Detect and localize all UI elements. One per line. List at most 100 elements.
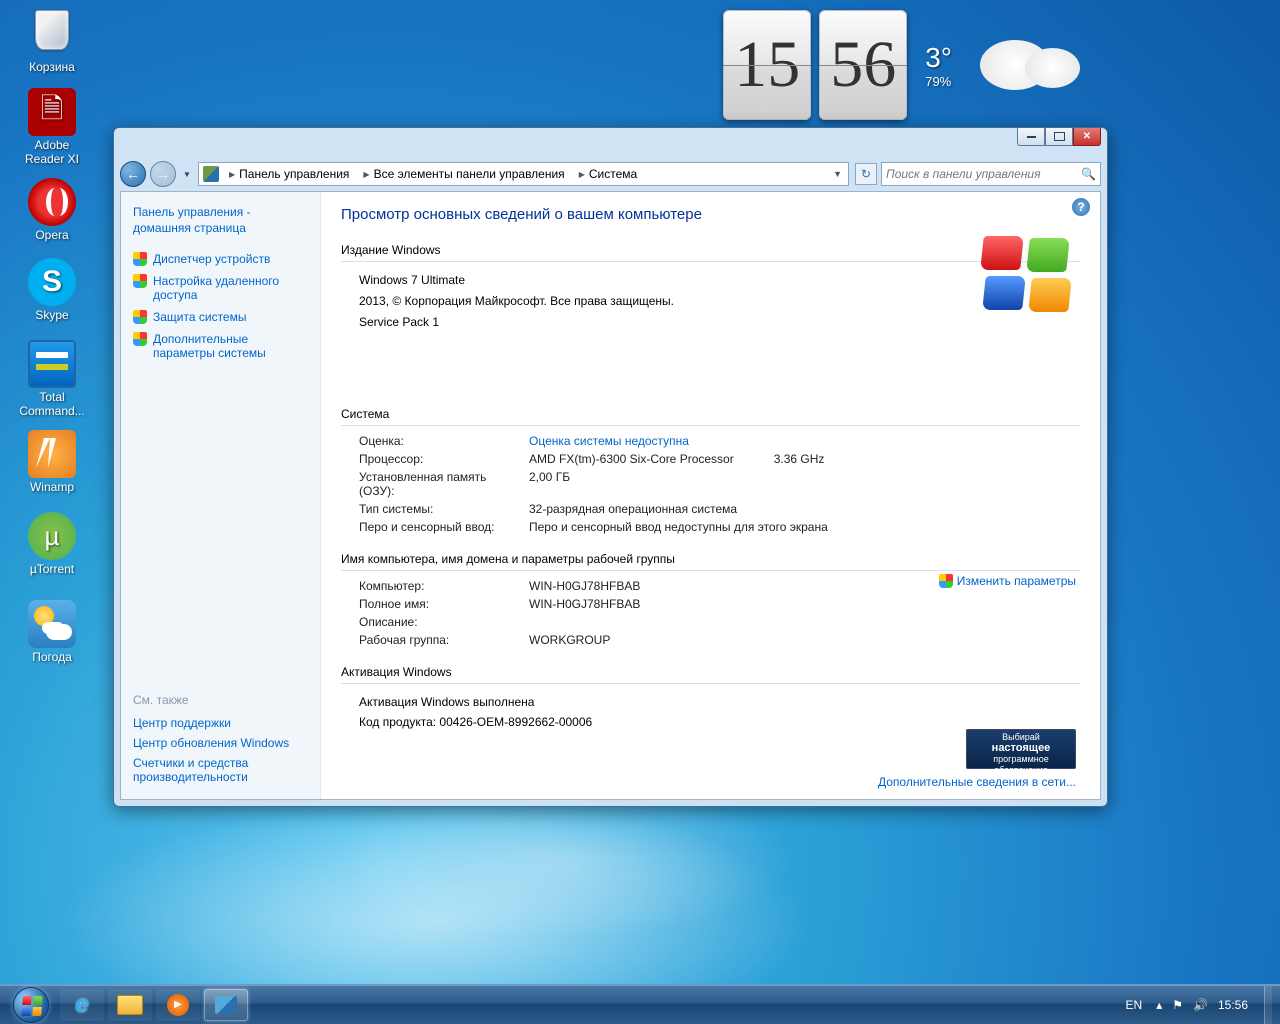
edition-name: Windows 7 Ultimate bbox=[359, 270, 1080, 291]
breadcrumb-root[interactable]: ▶Панель управления bbox=[223, 165, 355, 183]
navigation-bar: ← → ▼ ▶Панель управления ▶Все элементы п… bbox=[120, 158, 1101, 190]
cp-home-link[interactable]: Панель управления -домашняя страница bbox=[133, 204, 308, 236]
genuine-microsoft-badge[interactable]: Выбирай настоящее программное обеспечени… bbox=[966, 729, 1076, 769]
search-placeholder: Поиск в панели управления bbox=[886, 167, 1041, 181]
clock-weather-gadget: 15 56 3° 79% bbox=[723, 10, 1090, 120]
start-orb-icon bbox=[13, 987, 49, 1023]
minimize-button[interactable] bbox=[1017, 128, 1045, 146]
breadcrumb-all[interactable]: ▶Все элементы панели управления bbox=[357, 165, 570, 183]
sidebar: Панель управления -домашняя страница Дис… bbox=[121, 192, 321, 799]
refresh-button[interactable]: ↻ bbox=[855, 163, 877, 185]
address-dropdown-icon[interactable]: ▼ bbox=[833, 169, 846, 179]
tray-volume-icon[interactable]: 🔊 bbox=[1193, 998, 1208, 1012]
window-controls bbox=[1017, 128, 1101, 146]
task-remote-settings[interactable]: Настройка удаленного доступа bbox=[133, 270, 308, 306]
icon-label: Adobe Reader XI bbox=[14, 138, 90, 166]
tray-flag-icon[interactable]: ⚑ bbox=[1172, 998, 1183, 1012]
taskbar-pin-system[interactable] bbox=[204, 989, 248, 1021]
online-info-link[interactable]: Дополнительные сведения в сети... bbox=[878, 775, 1076, 789]
shield-icon bbox=[133, 310, 147, 324]
domain-grid: Компьютер: WIN-H0GJ78HFBAB Полное имя: W… bbox=[359, 579, 1080, 647]
shield-icon bbox=[133, 252, 147, 266]
tray-chevron-icon[interactable]: ▴ bbox=[1156, 998, 1162, 1012]
icon-label: Корзина bbox=[14, 60, 90, 74]
shield-icon bbox=[133, 332, 147, 346]
nav-history-dropdown[interactable]: ▼ bbox=[180, 161, 194, 187]
close-button[interactable] bbox=[1073, 128, 1101, 146]
breadcrumb-current[interactable]: ▶Система bbox=[573, 165, 643, 183]
taskbar-pin-ie[interactable] bbox=[60, 989, 104, 1021]
weather-readout: 3° 79% bbox=[925, 42, 952, 89]
maximize-button[interactable] bbox=[1045, 128, 1073, 146]
desktop-icon-opera[interactable]: Opera bbox=[14, 178, 90, 242]
full-label: Полное имя: bbox=[359, 597, 517, 611]
windows-logo-icon bbox=[982, 236, 1072, 316]
nav-forward-button[interactable]: → bbox=[150, 161, 176, 187]
change-settings-link[interactable]: Изменить параметры bbox=[939, 574, 1076, 588]
edition-copyright: 2013, © Корпорация Майкрософт. Все права… bbox=[359, 291, 1080, 312]
icon-label: Opera bbox=[14, 228, 90, 242]
weather-icon bbox=[28, 600, 76, 648]
tray-clock[interactable]: 15:56 bbox=[1218, 998, 1248, 1012]
task-device-manager[interactable]: Диспетчер устройств bbox=[133, 248, 308, 270]
totalcmd-icon bbox=[28, 340, 76, 388]
taskbar-pin-explorer[interactable] bbox=[108, 989, 152, 1021]
winamp-icon bbox=[28, 430, 76, 478]
section-system: Система bbox=[341, 403, 1080, 426]
icon-label: Погода bbox=[14, 650, 90, 664]
desktop-icon-winamp[interactable]: Winamp bbox=[14, 430, 90, 494]
page-title: Просмотр основных сведений о вашем компь… bbox=[341, 206, 1080, 223]
icon-label: Skype bbox=[14, 308, 90, 322]
ram-value: 2,00 ГБ bbox=[529, 470, 1080, 498]
task-advanced-settings[interactable]: Дополнительные параметры системы bbox=[133, 328, 308, 364]
clock-minutes: 56 bbox=[819, 10, 907, 120]
desktop-icon-utorrent[interactable]: µTorrent bbox=[14, 512, 90, 576]
cpu-label: Процессор: bbox=[359, 452, 517, 466]
show-desktop-button[interactable] bbox=[1264, 986, 1272, 1024]
desktop-icon-total-commander[interactable]: Total Command... bbox=[14, 340, 90, 418]
edition-block: Windows 7 Ultimate 2013, © Корпорация Ма… bbox=[359, 270, 1080, 333]
rating-link[interactable]: Оценка системы недоступна bbox=[529, 434, 689, 448]
see-also-heading: См. также bbox=[133, 693, 308, 707]
pen-value: Перо и сенсорный ввод недоступны для это… bbox=[529, 520, 1080, 534]
comp-label: Компьютер: bbox=[359, 579, 517, 593]
taskbar-pin-wmp[interactable] bbox=[156, 989, 200, 1021]
search-box[interactable]: Поиск в панели управления 🔍 bbox=[881, 162, 1101, 186]
wg-label: Рабочая группа: bbox=[359, 633, 517, 647]
link-windows-update[interactable]: Центр обновления Windows bbox=[133, 733, 308, 753]
skype-icon bbox=[28, 258, 76, 306]
desktop-icon-recycle[interactable]: Корзина bbox=[14, 6, 90, 74]
desktop-icon-skype[interactable]: Skype bbox=[14, 258, 90, 322]
link-performance[interactable]: Счетчики и средства производительности bbox=[133, 753, 308, 787]
clock-hours: 15 bbox=[723, 10, 811, 120]
start-button[interactable] bbox=[4, 985, 58, 1024]
link-action-center[interactable]: Центр поддержки bbox=[133, 713, 308, 733]
rating-label: Оценка: bbox=[359, 434, 517, 448]
activation-status: Активация Windows выполнена bbox=[359, 692, 1080, 712]
task-system-protection[interactable]: Защита системы bbox=[133, 306, 308, 328]
help-icon[interactable]: ? bbox=[1072, 198, 1090, 216]
full-value: WIN-H0GJ78HFBAB bbox=[529, 597, 1080, 611]
window-body: Панель управления -домашняя страница Дис… bbox=[120, 191, 1101, 800]
language-indicator[interactable]: EN bbox=[1122, 996, 1147, 1014]
address-bar[interactable]: ▶Панель управления ▶Все элементы панели … bbox=[198, 162, 849, 186]
system-grid: Оценка: Оценка системы недоступна Процес… bbox=[359, 434, 1080, 534]
desktop-icon-adobe[interactable]: Adobe Reader XI bbox=[14, 88, 90, 166]
shield-icon bbox=[133, 274, 147, 288]
section-edition: Издание Windows bbox=[341, 239, 1080, 262]
wg-value: WORKGROUP bbox=[529, 633, 1080, 647]
cloud-icon bbox=[970, 30, 1090, 100]
adobe-icon bbox=[28, 88, 76, 136]
desktop-icon-weather[interactable]: Погода bbox=[14, 600, 90, 664]
cpu-value: AMD FX(tm)-6300 Six-Core Processor3.36 G… bbox=[529, 452, 1080, 466]
icon-label: µTorrent bbox=[14, 562, 90, 576]
system-tray: EN ▴ ⚑ 🔊 15:56 bbox=[1122, 986, 1276, 1024]
control-panel-icon bbox=[203, 166, 219, 182]
system-properties-window: ← → ▼ ▶Панель управления ▶Все элементы п… bbox=[113, 127, 1108, 807]
icon-label: Total Command... bbox=[14, 390, 90, 418]
section-activation: Активация Windows bbox=[341, 661, 1080, 684]
humidity: 79% bbox=[925, 74, 952, 89]
flip-clock: 15 56 bbox=[723, 10, 907, 120]
nav-back-button[interactable]: ← bbox=[120, 161, 146, 187]
search-icon: 🔍 bbox=[1081, 167, 1096, 181]
